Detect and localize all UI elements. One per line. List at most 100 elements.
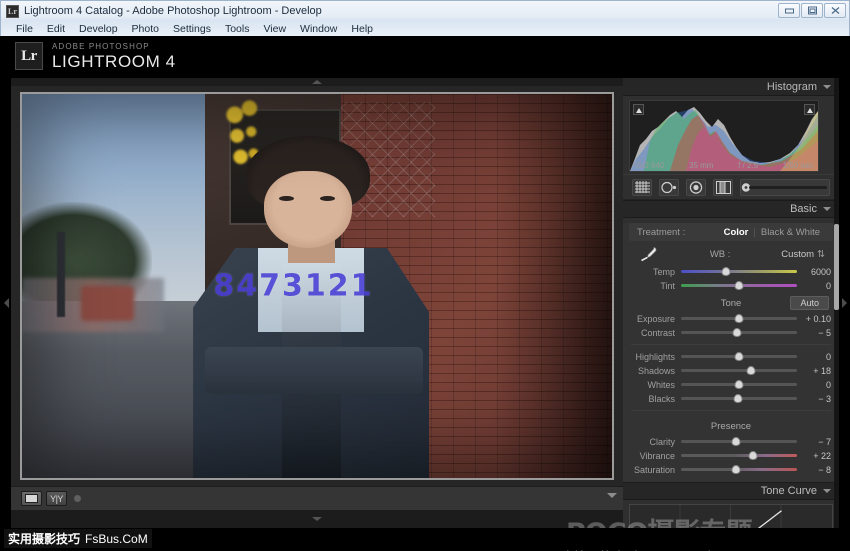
slider-track[interactable] [681, 313, 797, 324]
left-panel-collapse-strip[interactable] [1, 78, 11, 528]
tone-curve-graph[interactable] [629, 504, 833, 528]
slider-highlights: Highlights 0 [631, 350, 831, 363]
identity-plate[interactable]: Lr ADOBE PHOTOSHOP LIGHTROOM 4 [15, 42, 176, 70]
window-chrome: Lr Lightroom 4 Catalog - Adobe Photoshop… [0, 0, 850, 36]
slider-value[interactable]: − 7 [797, 437, 831, 447]
maximize-button[interactable] [801, 3, 823, 18]
slider-thumb[interactable] [746, 366, 755, 375]
slider-bar [681, 270, 797, 273]
basic-panel-header[interactable]: Basic [623, 200, 839, 218]
treatment-bw-option[interactable]: Black & White [756, 227, 825, 238]
slider-value[interactable]: 6000 [797, 267, 831, 277]
crop-overlay-tool-icon[interactable] [632, 179, 652, 196]
menu-tools[interactable]: Tools [218, 23, 257, 35]
slider-track[interactable] [681, 464, 797, 475]
slider-value[interactable]: + 22 [797, 451, 831, 461]
slider-track[interactable] [681, 393, 797, 404]
slider-thumb[interactable] [735, 281, 744, 290]
tone-curve-panel-header[interactable]: Tone Curve [623, 482, 839, 500]
brand-superscript: ADOBE PHOTOSHOP [52, 43, 176, 51]
fsbus-watermark-en: FsBus.CoM [85, 532, 148, 546]
slider-label: Whites [631, 380, 681, 390]
histogram-graph[interactable]: ISO 640 35 mm f / 2.5 1/50 sec [629, 100, 819, 172]
menu-help[interactable]: Help [344, 23, 380, 35]
slider-thumb[interactable] [735, 314, 744, 323]
red-eye-correction-tool-icon[interactable] [686, 179, 706, 196]
slider-thumb[interactable] [722, 267, 731, 276]
slider-thumb[interactable] [748, 451, 757, 460]
adjustment-brush-tool-icon[interactable] [740, 179, 830, 196]
slider-value[interactable]: 0 [797, 380, 831, 390]
exif-shutter: 1/50 sec [783, 161, 813, 170]
histogram-header[interactable]: Histogram [623, 78, 839, 96]
exif-metadata-row: ISO 640 35 mm f / 2.5 1/50 sec [630, 161, 818, 170]
slider-thumb[interactable] [735, 380, 744, 389]
image-pane: 8473121 Y|Y [11, 78, 623, 528]
bottom-bar: 实用摄影技巧 FsBus.CoM [1, 528, 849, 550]
slider-track[interactable] [681, 280, 797, 291]
right-panel: Histogram ISO 640 [623, 78, 839, 528]
slider-value[interactable]: + 0.10 [797, 314, 831, 324]
slider-thumb[interactable] [732, 328, 741, 337]
exif-aperture: f / 2.5 [738, 161, 758, 170]
slider-value[interactable]: + 18 [797, 366, 831, 376]
graduated-filter-tool-icon[interactable] [713, 179, 733, 196]
slider-label: Blacks [631, 394, 681, 404]
menu-view[interactable]: View [256, 23, 293, 35]
menu-photo[interactable]: Photo [125, 23, 166, 35]
slider-label: Vibrance [631, 451, 681, 461]
slider-blacks: Blacks − 3 [631, 392, 831, 405]
slider-clarity: Clarity − 7 [631, 435, 831, 448]
slider-value[interactable]: 0 [797, 352, 831, 362]
slider-track[interactable] [681, 327, 797, 338]
preview-image[interactable]: 8473121 [22, 94, 612, 478]
loupe-view-button[interactable] [21, 491, 42, 506]
slider-track[interactable] [681, 365, 797, 376]
slider-track[interactable] [681, 351, 797, 362]
eyedropper-icon[interactable] [637, 245, 659, 263]
slider-track[interactable] [681, 379, 797, 390]
histogram-panel: ISO 640 35 mm f / 2.5 1/50 sec [623, 96, 839, 174]
menu-window[interactable]: Window [293, 23, 344, 35]
window-title: Lightroom 4 Catalog - Adobe Photoshop Li… [24, 5, 322, 17]
shadow-clipping-indicator[interactable] [633, 104, 644, 115]
minimize-button[interactable] [778, 3, 800, 18]
menu-settings[interactable]: Settings [166, 23, 218, 35]
treatment-color-option[interactable]: Color [719, 227, 754, 238]
slider-track[interactable] [681, 266, 797, 277]
compare-view-button[interactable]: Y|Y [46, 491, 67, 506]
wb-preset-dropdown[interactable]: Custom [781, 249, 814, 260]
menu-edit[interactable]: Edit [40, 23, 72, 35]
slider-value[interactable]: 0 [797, 281, 831, 291]
menu-file[interactable]: File [9, 23, 40, 35]
filmstrip-top-handle[interactable] [11, 78, 623, 86]
slider-thumb[interactable] [731, 465, 740, 474]
title-bar[interactable]: Lr Lightroom 4 Catalog - Adobe Photoshop… [1, 1, 849, 21]
view-toolbar: Y|Y [11, 486, 623, 510]
slider-label: Contrast [631, 328, 681, 338]
slider-track[interactable] [681, 436, 797, 447]
right-panel-collapse-strip[interactable] [839, 78, 849, 528]
toolbar-chevron-down-icon[interactable] [607, 493, 617, 498]
highlight-clipping-indicator[interactable] [804, 104, 815, 115]
close-button[interactable] [824, 3, 846, 18]
slider-value[interactable]: − 3 [797, 394, 831, 404]
identity-plate-bar: Lr ADOBE PHOTOSHOP LIGHTROOM 4 Library |… [1, 36, 849, 78]
slider-thumb[interactable] [735, 352, 744, 361]
slider-thumb[interactable] [731, 437, 740, 446]
auto-tone-button[interactable]: Auto [790, 296, 829, 310]
menu-develop[interactable]: Develop [72, 23, 125, 35]
spot-removal-tool-icon[interactable] [659, 179, 679, 196]
slider-vibrance: Vibrance + 22 [631, 449, 831, 462]
filmstrip-bottom-handle[interactable] [11, 510, 623, 528]
wb-stepper-icon[interactable]: ⇅ [814, 249, 825, 260]
slider-value[interactable]: − 5 [797, 328, 831, 338]
chevron-down-icon [823, 489, 831, 493]
slider-track[interactable] [681, 450, 797, 461]
slider-value[interactable]: − 8 [797, 465, 831, 475]
slider-temp: Temp 6000 [631, 265, 831, 278]
basic-panel-body: Treatment : Color | Black & White WB : C… [623, 223, 839, 482]
lightroom-logo-icon: Lr [15, 42, 43, 70]
slider-label: Tint [631, 281, 681, 291]
slider-thumb[interactable] [733, 394, 742, 403]
